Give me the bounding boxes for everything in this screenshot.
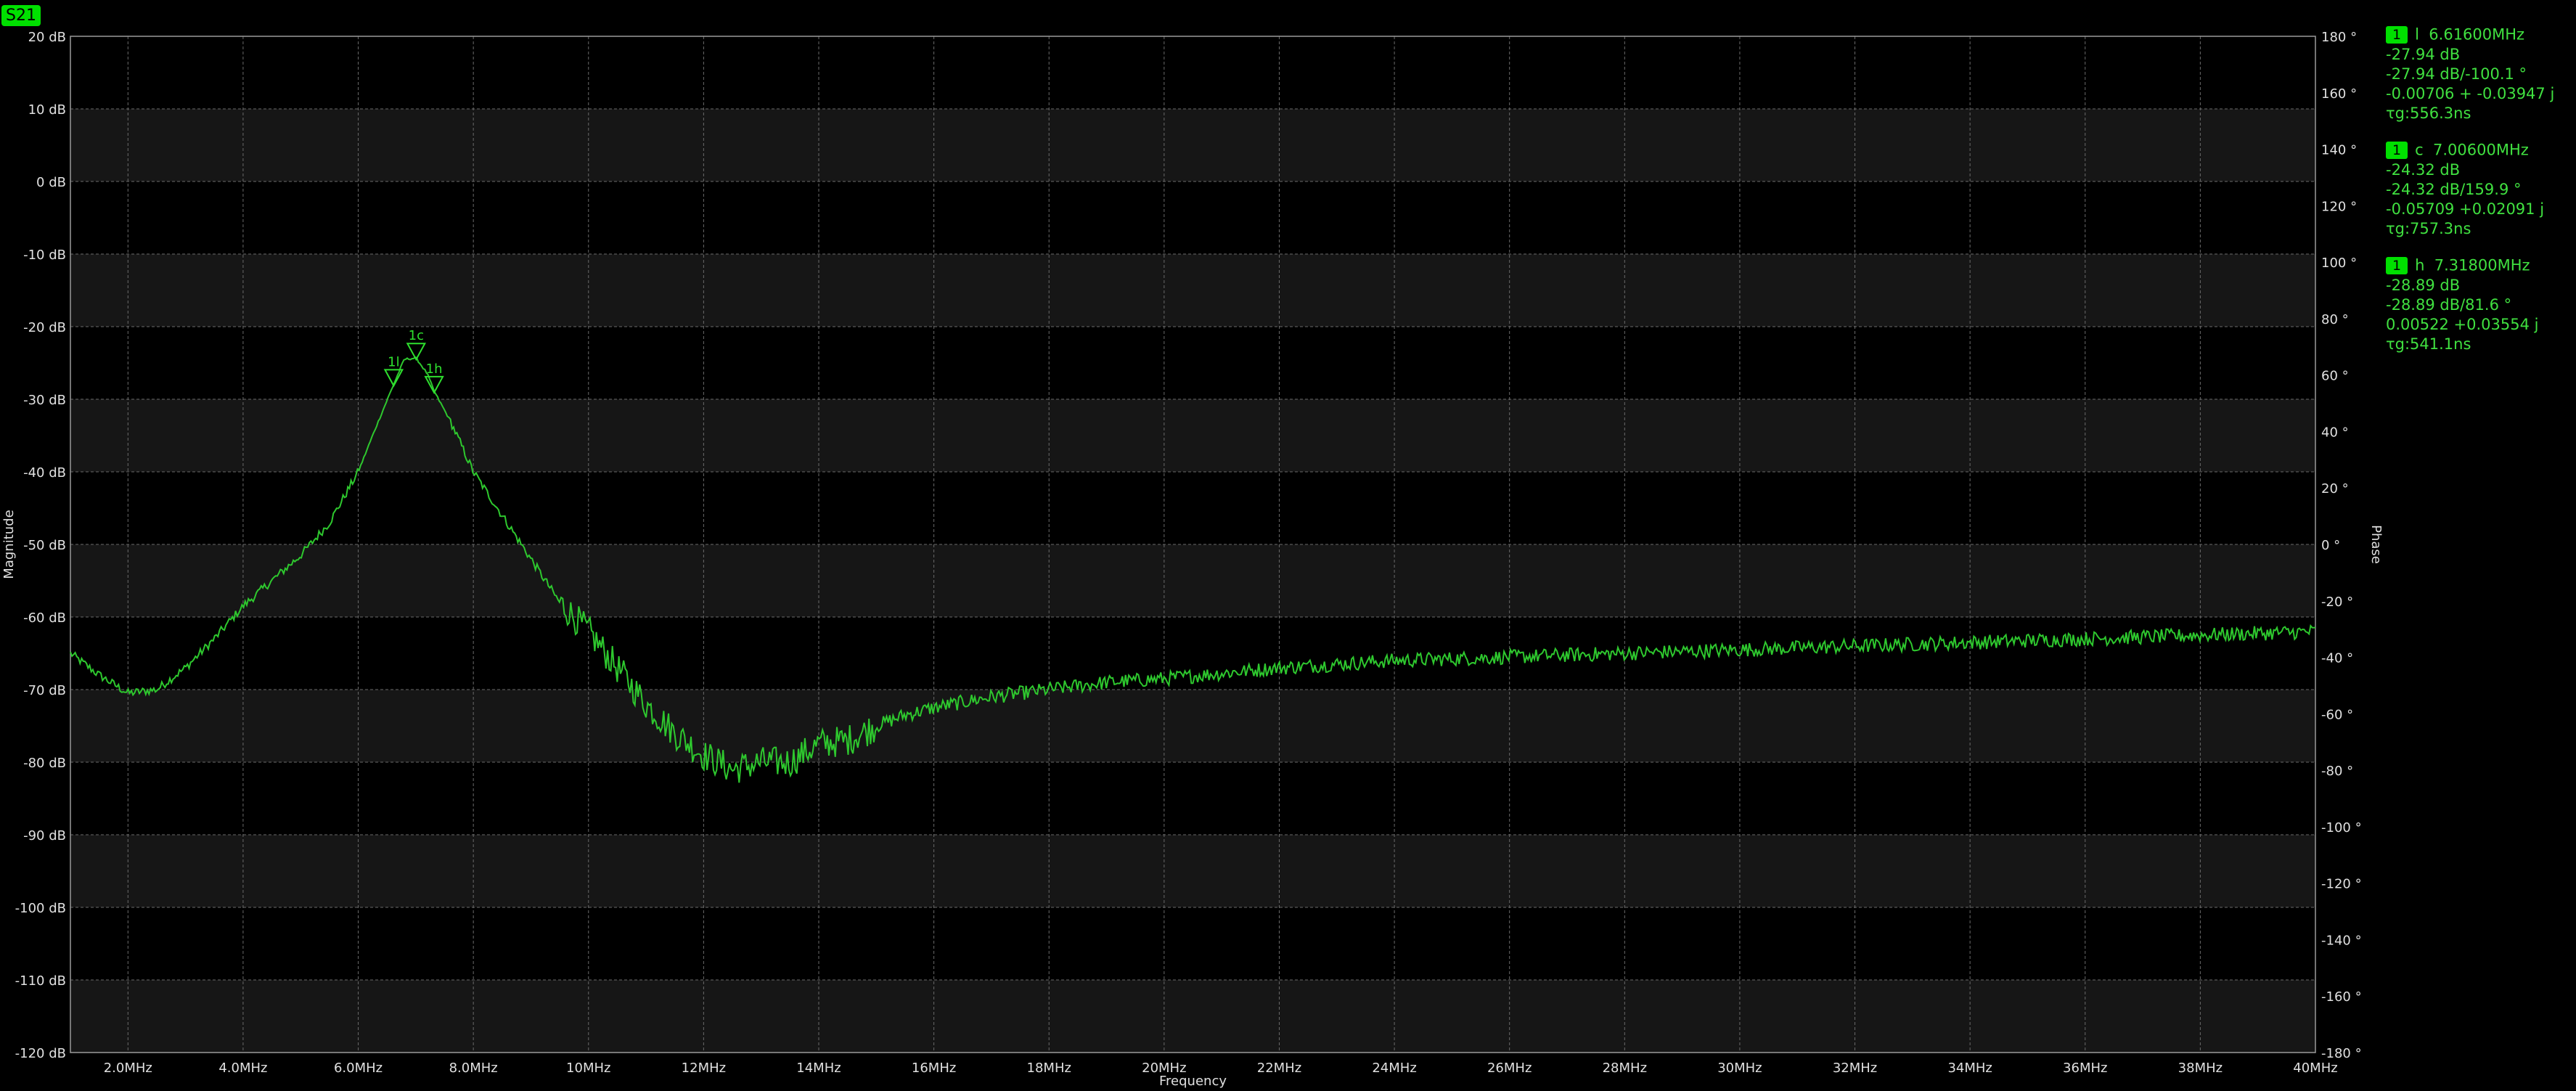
y2-tick-label: -60 ° — [2321, 707, 2353, 722]
y2-tick-label: 100 ° — [2321, 256, 2357, 271]
x-tick-label: 30MHz — [1717, 1061, 1762, 1076]
y-tick-label: -90 dB — [23, 828, 66, 843]
plot-band — [70, 109, 2315, 181]
marker-info-l: 1l 6.61600MHz -27.94 dB -27.94 dB/-100.1… — [2386, 25, 2554, 123]
plot-band — [70, 544, 2315, 617]
y-tick-label: -40 dB — [23, 465, 66, 481]
x-tick-label: 18MHz — [1027, 1061, 1071, 1076]
y2-tick-label: 20 ° — [2321, 481, 2349, 497]
marker-h-badge[interactable]: 1 — [2386, 257, 2408, 274]
y2-tick-label: -100 ° — [2321, 820, 2362, 835]
y-tick-label: -60 dB — [23, 610, 66, 626]
marker-c-magphase: -24.32 dB/159.9 ° — [2386, 180, 2522, 198]
plot-band — [70, 980, 2315, 1053]
plot-band — [70, 690, 2315, 762]
y2-tick-label: 80 ° — [2321, 312, 2349, 327]
plot-band — [70, 835, 2315, 907]
marker-c-complex: -0.05709 +0.02091 j — [2386, 200, 2545, 218]
y-axis-label: Magnitude — [1, 510, 17, 579]
y2-tick-label: 0 ° — [2321, 538, 2340, 553]
marker-h-name: h — [2415, 256, 2425, 274]
y2-tick-label: 180 ° — [2321, 30, 2357, 45]
x-tick-label: 14MHz — [796, 1061, 841, 1076]
x-tick-label: 4.0MHz — [218, 1061, 267, 1076]
x-tick-label: 38MHz — [2178, 1061, 2223, 1076]
x-tick-label: 16MHz — [912, 1061, 956, 1076]
marker-c-tg: τg:757.3ns — [2386, 219, 2471, 237]
x-tick-label: 32MHz — [1833, 1061, 1877, 1076]
s21-chart[interactable]: 20 dB 10 dB 0 dB -10 dB -20 dB -30 dB -40 dB -5… — [0, 0, 2576, 1091]
marker-c-name: c — [2415, 141, 2424, 159]
y-tick-label: 10 dB — [28, 102, 66, 118]
marker-l-badge[interactable]: 1 — [2386, 26, 2408, 44]
y2-tick-label: -120 ° — [2321, 877, 2362, 892]
y2-tick-label: 60 ° — [2321, 369, 2349, 384]
x-tick-label: 34MHz — [1947, 1061, 1992, 1076]
plot-band — [70, 399, 2315, 472]
marker-l-tg: τg:556.3ns — [2386, 104, 2471, 122]
x-tick-label: 40MHz — [2293, 1061, 2337, 1076]
y-tick-label: -100 dB — [15, 901, 66, 916]
y2-tick-label: 160 ° — [2321, 86, 2357, 102]
marker-h-freq: 7.31800MHz — [2434, 256, 2530, 274]
y-tick-label: -20 dB — [23, 320, 66, 335]
x-tick-label: 22MHz — [1257, 1061, 1301, 1076]
y-tick-label: -110 dB — [15, 973, 66, 989]
marker-l-magphase: -27.94 dB/-100.1 ° — [2386, 65, 2527, 83]
y2-tick-label: -20 ° — [2321, 594, 2353, 610]
y-tick-label: -50 dB — [23, 538, 66, 553]
y2-tick-label: -180 ° — [2321, 1046, 2362, 1061]
y2-tick-label: -160 ° — [2321, 989, 2362, 1005]
y-tick-label: -70 dB — [23, 683, 66, 698]
marker-c-freq: 7.00600MHz — [2433, 141, 2529, 159]
marker-l-mag: -27.94 dB — [2386, 45, 2461, 63]
marker-info-c: 1c 7.00600MHz -24.32 dB -24.32 dB/159.9 … — [2386, 140, 2544, 239]
y-tick-label: 20 dB — [28, 30, 66, 45]
y2-tick-label: -140 ° — [2321, 933, 2362, 948]
plot-band — [70, 254, 2315, 327]
y2-tick-label: -40 ° — [2321, 651, 2353, 666]
marker-c-mag: -24.32 dB — [2386, 160, 2461, 179]
x-tick-label: 36MHz — [2063, 1061, 2107, 1076]
marker-h-tg: τg:541.1ns — [2386, 335, 2471, 353]
y2-tick-label: 40 ° — [2321, 425, 2349, 440]
marker-h-magphase: -28.89 dB/81.6 ° — [2386, 295, 2512, 314]
x-tick-label: 6.0MHz — [334, 1061, 383, 1076]
marker-info-h: 1h 7.31800MHz -28.89 dB -28.89 dB/81.6 °… — [2386, 256, 2538, 354]
x-tick-label: 2.0MHz — [104, 1061, 152, 1076]
y-tick-label: 0 dB — [36, 175, 66, 190]
marker-h-mag: -28.89 dB — [2386, 276, 2461, 294]
y2-tick-label: 140 ° — [2321, 143, 2357, 158]
y-tick-label: -30 dB — [23, 393, 66, 408]
marker-c-badge[interactable]: 1 — [2386, 142, 2408, 159]
marker-h-complex: 0.00522 +0.03554 j — [2386, 315, 2539, 333]
marker-l-complex: -0.00706 + -0.03947 j — [2386, 84, 2555, 102]
x-tick-label: 10MHz — [566, 1061, 610, 1076]
x-tick-label: 26MHz — [1487, 1061, 1532, 1076]
x-tick-label: 12MHz — [682, 1061, 726, 1076]
x-tick-label: 8.0MHz — [449, 1061, 498, 1076]
marker-l-name: l — [2415, 25, 2419, 44]
y-tick-label: -80 dB — [23, 756, 66, 771]
x-tick-label: 28MHz — [1603, 1061, 1647, 1076]
marker-l-freq: 6.61600MHz — [2429, 25, 2525, 44]
marker-1l-label: 1l — [388, 354, 399, 369]
y-tick-label: -120 dB — [15, 1046, 66, 1061]
y-tick-label: -10 dB — [23, 248, 66, 263]
x-axis-label: Frequency — [1159, 1074, 1227, 1089]
y2-tick-label: -80 ° — [2321, 764, 2353, 779]
marker-1c-label: 1c — [409, 328, 424, 343]
y2-axis-label: Phase — [2368, 525, 2384, 564]
y2-tick-label: 120 ° — [2321, 199, 2357, 214]
x-tick-label: 24MHz — [1372, 1061, 1416, 1076]
marker-1h-label: 1h — [426, 361, 443, 377]
